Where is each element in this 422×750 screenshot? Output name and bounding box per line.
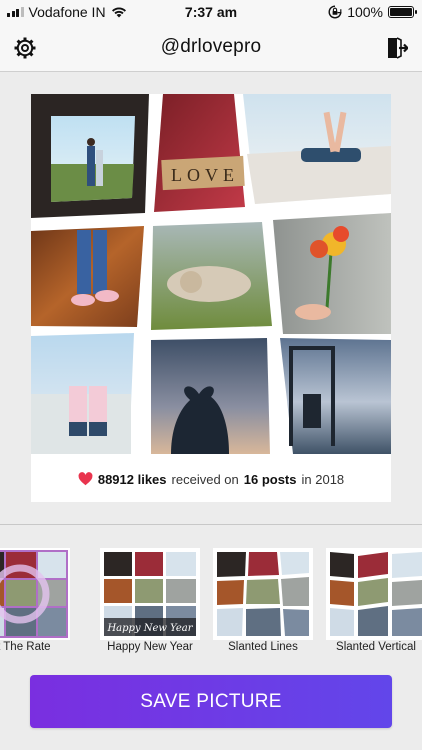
orientation-lock-icon [328,5,342,19]
page-title: @drlovepro [160,36,262,57]
template-thumbnail [326,548,422,640]
battery-icon [388,6,417,18]
nav-bar: @drlovepro [0,24,422,72]
received-on-text: received on [171,471,239,487]
photo-beach-legs [243,94,391,204]
photo-bridge-couple [31,94,149,218]
photo-dog-grass [151,222,272,330]
collage-preview[interactable]: LOVE [31,94,391,454]
template-happy-new-year[interactable]: Happy New Year Happy New Year [100,540,200,658]
logout-button[interactable] [384,35,410,61]
section-divider [0,524,422,525]
year-text: in 2018 [301,471,345,487]
template-thumbnail [0,548,70,640]
likes-count: 88912 likes [97,471,167,487]
save-picture-button[interactable]: SAVE PICTURE [30,675,392,728]
logout-icon [388,37,408,59]
photo-flowers-fence [273,213,391,334]
battery-percent: 100% [347,4,383,20]
photo-girls-hug [31,333,134,454]
template-slanted-lines[interactable]: Slanted Lines [213,540,313,658]
photo-love-tiles: LOVE [154,94,245,212]
love-tiles-text: LOVE [171,165,239,185]
happy-new-year-overlay: Happy New Year [106,623,193,634]
template-carousel[interactable]: At The Rate Happy New Year Happy New Yea… [0,540,422,660]
template-at-the-rate[interactable]: At The Rate [0,540,70,658]
likes-caption: 88912 likes received on 16 posts in 2018 [31,456,391,502]
photo-rust-shoes [31,226,144,327]
posts-count: 16 posts [243,471,297,487]
battery-fill [390,8,412,16]
template-label: At The Rate [0,641,51,653]
photo-sunset-heart [151,338,270,454]
status-right: 100% [328,4,417,20]
template-thumbnail [213,548,313,640]
status-bar: Vodafone IN 7:37 am 100% [0,0,422,24]
template-label: Slanted Vertical [336,641,416,653]
heart-icon [78,472,93,486]
template-thumbnail: Happy New Year [100,548,200,640]
template-slanted-vertical[interactable]: Slanted Vertical [326,540,422,658]
photo-sea-swing [280,338,391,454]
collage-card: LOVE 88912 likes received on 16 posts in… [31,94,391,502]
